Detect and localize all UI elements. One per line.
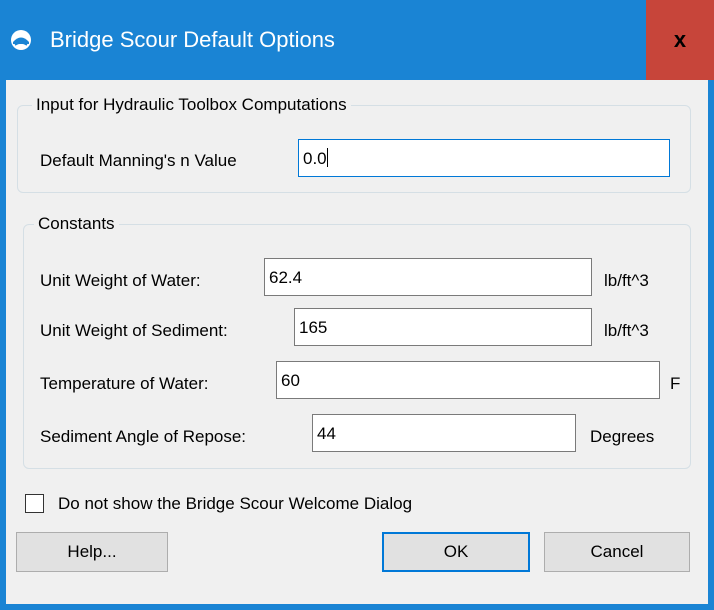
unit-weight-water-input[interactable]: 62.4 — [264, 258, 592, 296]
welcome-dialog-checkbox-label[interactable]: Do not show the Bridge Scour Welcome Dia… — [58, 493, 412, 515]
title-bar[interactable]: Bridge Scour Default Options x — [0, 0, 714, 80]
ok-button-label: OK — [443, 542, 469, 561]
temperature-water-label: Temperature of Water: — [40, 374, 209, 393]
sediment-angle-label: Sediment Angle of Repose: — [40, 427, 247, 446]
hydraulic-group-title: Input for Hydraulic Toolbox Computations — [32, 94, 351, 116]
sediment-angle-unit: Degrees — [590, 427, 655, 446]
help-button-label: Help... — [67, 542, 117, 561]
help-button[interactable]: Help... — [16, 532, 168, 572]
cancel-button-label: Cancel — [590, 542, 644, 561]
welcome-dialog-checkbox[interactable] — [25, 494, 44, 513]
mannings-n-value: 0.0 — [303, 149, 327, 168]
unit-weight-water-unit: lb/ft^3 — [604, 271, 649, 290]
text-caret — [326, 148, 328, 167]
mannings-n-input[interactable]: 0.0 — [298, 139, 670, 177]
unit-weight-water-value: 62.4 — [269, 268, 303, 287]
dialog-content: Input for Hydraulic Toolbox Computations… — [6, 80, 708, 604]
unit-weight-sediment-value: 165 — [299, 318, 328, 337]
unit-weight-water-label: Unit Weight of Water: — [40, 271, 201, 290]
temperature-water-unit: F — [670, 374, 681, 393]
ok-button[interactable]: OK — [382, 532, 530, 572]
unit-weight-sediment-unit: lb/ft^3 — [604, 321, 649, 340]
constants-group-title: Constants — [34, 213, 119, 235]
cancel-button[interactable]: Cancel — [544, 532, 690, 572]
close-button[interactable]: x — [646, 0, 714, 80]
temperature-water-input[interactable]: 60 — [276, 361, 660, 399]
unit-weight-sediment-input[interactable]: 165 — [294, 308, 592, 346]
dialog-window: Bridge Scour Default Options x Input for… — [0, 0, 714, 610]
temperature-water-value: 60 — [281, 371, 300, 390]
mannings-label: Default Manning's n Value — [40, 151, 237, 170]
unit-weight-sediment-label: Unit Weight of Sediment: — [40, 321, 228, 340]
sediment-angle-input[interactable]: 44 — [312, 414, 576, 452]
sediment-angle-value: 44 — [317, 424, 336, 443]
close-icon: x — [673, 27, 687, 52]
bridge-scour-app-icon — [11, 30, 31, 50]
window-title: Bridge Scour Default Options — [50, 27, 335, 52]
